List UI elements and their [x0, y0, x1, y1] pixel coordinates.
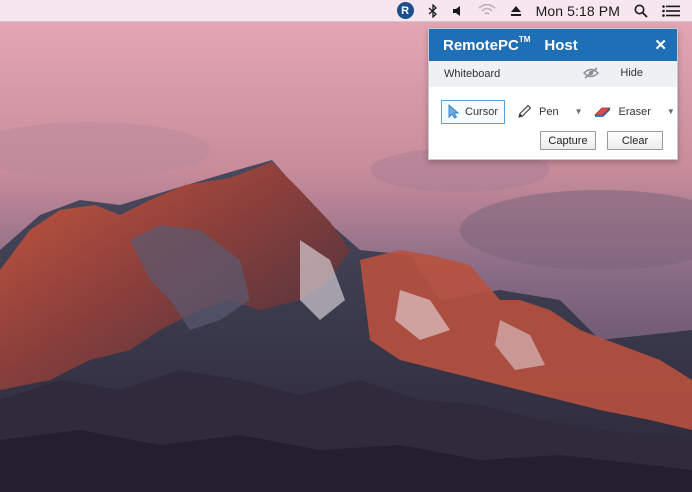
wifi-menubar-item[interactable] [478, 0, 496, 22]
eraser-tool-button[interactable]: Eraser [587, 100, 657, 124]
eject-menubar-item[interactable] [510, 0, 522, 22]
pen-options-chevron-down-icon[interactable]: ▼ [575, 107, 583, 116]
clear-button[interactable]: Clear [607, 131, 663, 150]
eraser-options-chevron-down-icon[interactable]: ▼ [667, 107, 675, 116]
cursor-tool-label: Cursor [465, 105, 499, 118]
trademark-mark: TM [518, 34, 531, 44]
spotlight-menubar-item[interactable] [634, 0, 648, 22]
cursor-arrow-icon [448, 104, 459, 119]
capture-button[interactable]: Capture [540, 131, 596, 150]
hide-label: Hide [620, 67, 643, 79]
pen-tool-button[interactable]: Pen [511, 100, 565, 124]
whiteboard-toolbar: Cursor Pen ▼ Eraser ▼ [429, 87, 677, 127]
spotlight-search-icon [634, 4, 648, 18]
close-button[interactable]: ✕ [654, 36, 667, 54]
hide-toggle[interactable]: Hide [583, 67, 643, 79]
bluetooth-icon [428, 3, 437, 18]
remotepc-menubar-item[interactable]: R [396, 0, 414, 22]
remotepc-host-panel: RemotePCTM Host ✕ Whiteboard Hide Cursor [428, 28, 678, 160]
wifi-icon [478, 4, 496, 15]
volume-icon [452, 5, 460, 16]
menu-bar: R Mon 5:18 PM [0, 0, 692, 22]
pen-tool-label: Pen [539, 105, 559, 118]
panel-host-label: Host [544, 36, 578, 54]
panel-brand: RemotePCTM [443, 34, 531, 54]
pen-icon [518, 104, 532, 118]
notification-center-icon [662, 4, 680, 17]
eraser-icon [593, 107, 611, 117]
notification-center-menubar-item[interactable] [662, 0, 680, 22]
bluetooth-menubar-item[interactable] [428, 0, 438, 22]
cursor-tool-button[interactable]: Cursor [441, 99, 506, 124]
whiteboard-row: Whiteboard Hide [429, 61, 677, 87]
eject-icon [510, 5, 521, 16]
whiteboard-title: Whiteboard [444, 68, 501, 80]
eraser-tool-label: Eraser [618, 105, 651, 118]
eye-slash-icon [583, 67, 600, 79]
menubar-clock[interactable]: Mon 5:18 PM [536, 0, 620, 22]
brand-name: RemotePC [443, 36, 519, 54]
panel-header: RemotePCTM Host ✕ [429, 29, 677, 61]
volume-menubar-item[interactable] [452, 0, 464, 22]
close-icon: ✕ [654, 37, 667, 54]
remotepc-app-icon: R [396, 2, 414, 19]
panel-actions: Capture Clear [540, 131, 663, 150]
